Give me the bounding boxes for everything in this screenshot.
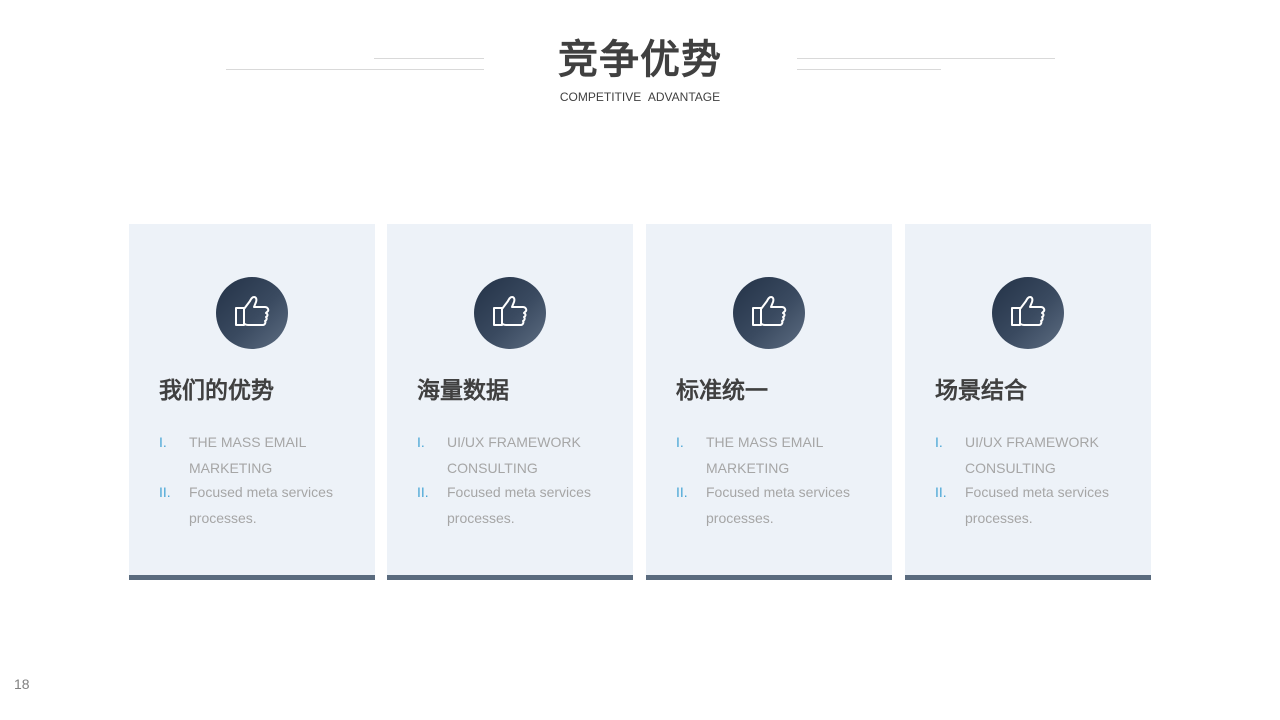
item-text: Focused meta services processes. [447,484,591,526]
card-title: 场景结合 [935,378,1027,404]
item-text: Focused meta services processes. [965,484,1109,526]
advantage-card: 标准统一 I. THE MASS EMAIL MARKETING II. Foc… [646,224,892,580]
item-numeral: I. [417,434,425,450]
advantage-card: 场景结合 I. UI/UX FRAMEWORK CONSULTING II. F… [905,224,1151,580]
icon-badge [733,277,805,349]
item-text: Focused meta services processes. [706,484,850,526]
item-numeral: II. [935,484,947,500]
item-text: UI/UX FRAMEWORK CONSULTING [965,434,1099,476]
slide-header: 竞争优势 COMPETITIVE ADVANTAGE [0,0,1280,120]
slide-title: 竞争优势 [558,37,722,83]
item-numeral: II. [676,484,688,500]
advantage-cards: 我们的优势 I. THE MASS EMAIL MARKETING II. Fo… [129,224,1153,580]
item-text: Focused meta services processes. [189,484,333,526]
advantage-card: 海量数据 I. UI/UX FRAMEWORK CONSULTING II. F… [387,224,633,580]
icon-badge [474,277,546,349]
card-title: 标准统一 [676,378,768,404]
thumbs-up-icon [235,296,270,326]
icon-badge [216,277,288,349]
icon-badge [992,277,1064,349]
page-number: 18 [14,676,30,692]
card-title: 海量数据 [417,378,509,404]
item-numeral: II. [417,484,429,500]
item-text: THE MASS EMAIL MARKETING [189,434,306,476]
slide-subtitle: COMPETITIVE ADVANTAGE [559,90,721,104]
thumbs-up-icon [1011,296,1046,326]
item-text: UI/UX FRAMEWORK CONSULTING [447,434,581,476]
item-numeral: I. [676,434,684,450]
item-numeral: I. [935,434,943,450]
thumbs-up-icon [493,296,528,326]
item-numeral: I. [159,434,167,450]
item-text: THE MASS EMAIL MARKETING [706,434,823,476]
thumbs-up-icon [752,296,787,326]
card-title: 我们的优势 [159,378,274,404]
advantage-card: 我们的优势 I. THE MASS EMAIL MARKETING II. Fo… [129,224,375,580]
item-numeral: II. [159,484,171,500]
